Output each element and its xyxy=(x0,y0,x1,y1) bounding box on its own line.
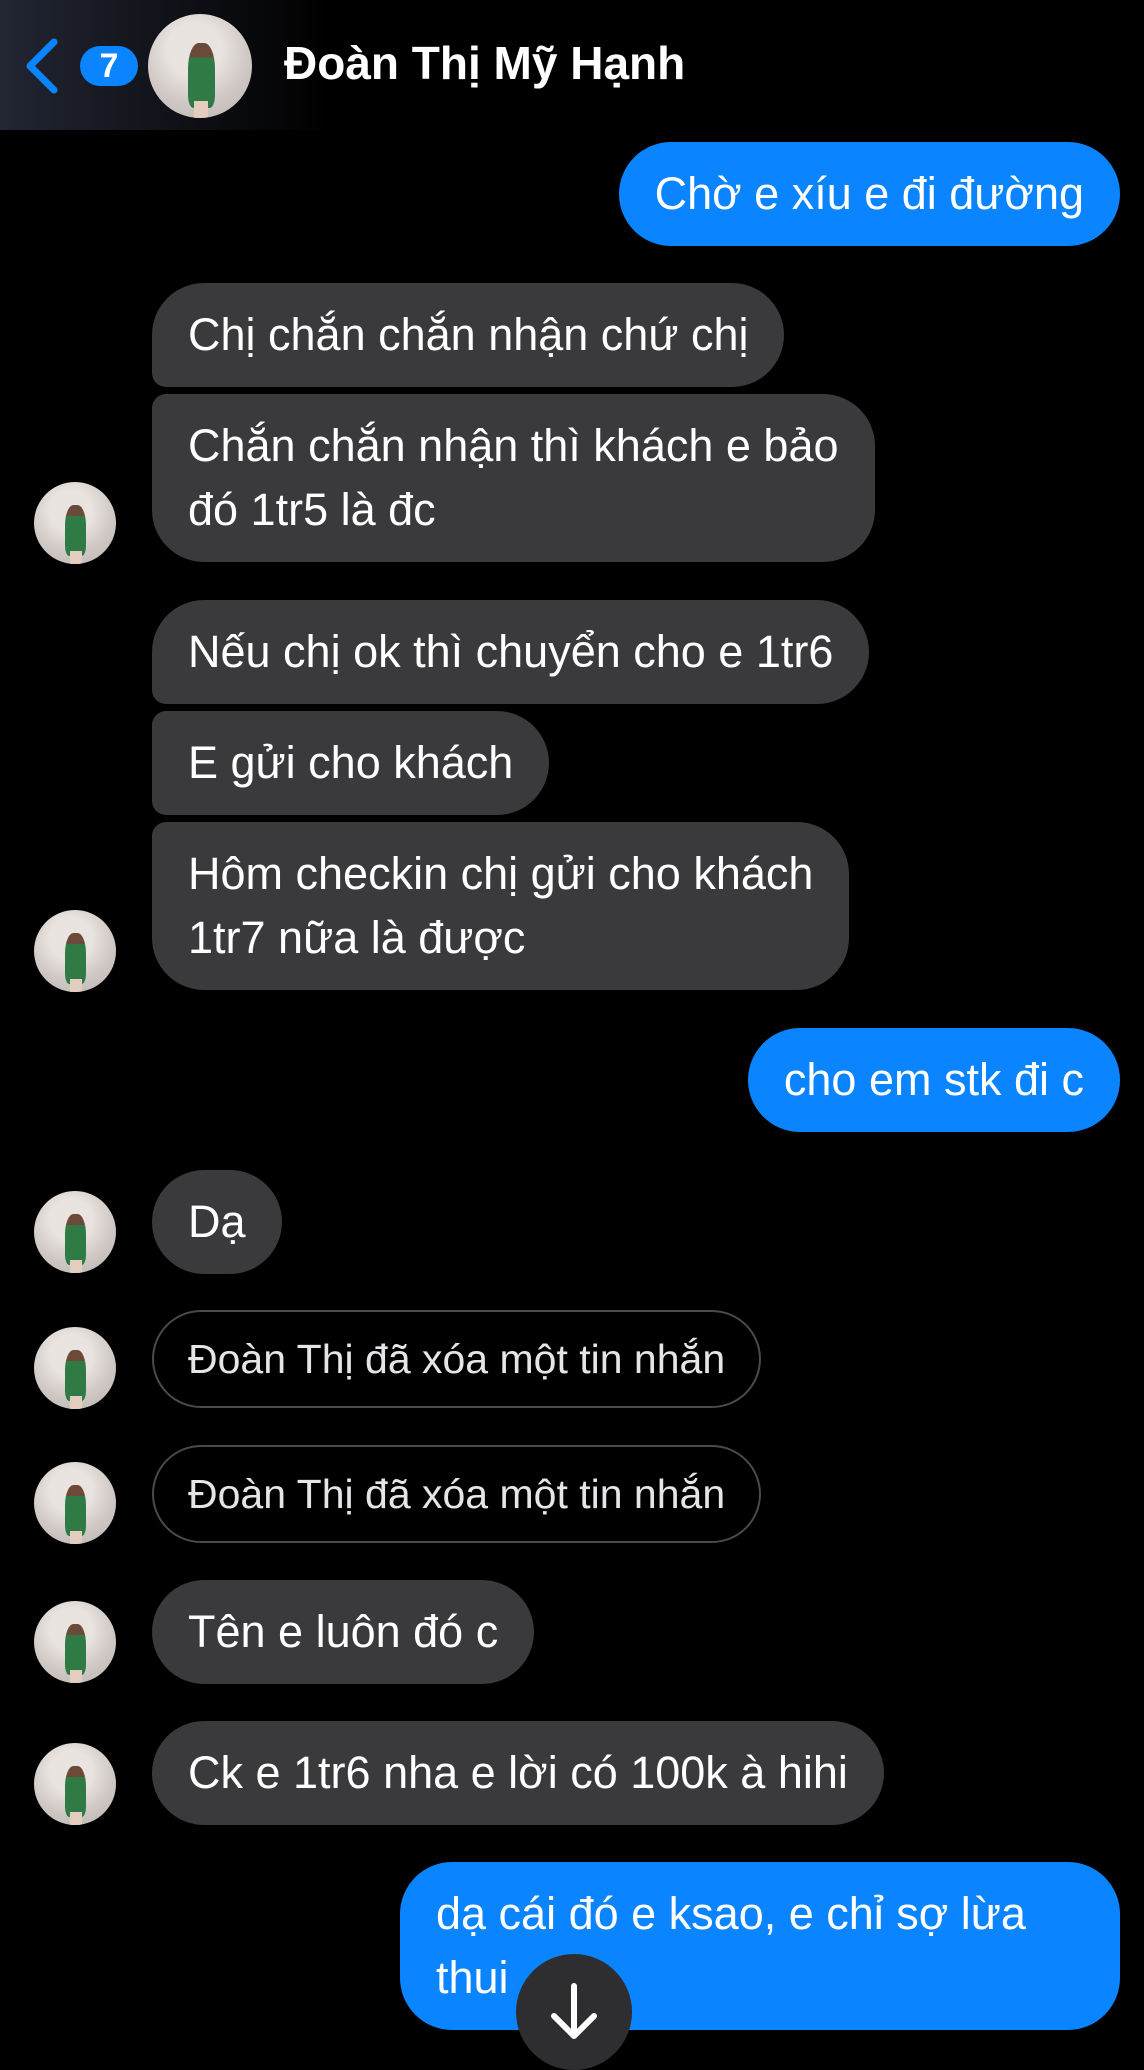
back-button[interactable]: 7 xyxy=(22,30,138,102)
message-bubble-sent[interactable]: dạ cái đó e ksao, e chỉ sợ lừa thui . xyxy=(400,1862,1120,2030)
message-bubble-received[interactable]: Chị chắn chắn nhận chứ chị xyxy=(152,283,785,387)
scroll-to-bottom-button[interactable] xyxy=(516,1954,632,2070)
message-bubble-received[interactable]: Nếu chị ok thì chuyển cho e 1tr6 xyxy=(152,600,870,704)
message-text: Đoàn Thị đã xóa một tin nhắn xyxy=(188,1336,726,1382)
message-text: Nếu chị ok thì chuyển cho e 1tr6 xyxy=(188,626,834,677)
message-bubble-received[interactable]: Tên e luôn đó c xyxy=(152,1580,535,1684)
message-text-line: đó 1tr5 là đc xyxy=(188,484,436,535)
contact-avatar[interactable] xyxy=(148,14,252,118)
message-text: Chị chắn chắn nhận chứ chị xyxy=(188,309,749,360)
chat-header: 7 Đoàn Thị Mỹ Hạnh xyxy=(0,0,1144,130)
sender-avatar[interactable] xyxy=(34,910,116,992)
arrow-down-icon xyxy=(551,1983,597,2039)
message-text: Dạ xyxy=(188,1196,246,1247)
message-bubble-received[interactable]: Chắn chắn nhận thì khách e bảo đó 1tr5 l… xyxy=(152,394,875,562)
message-bubble-received[interactable]: Hôm checkin chị gửi cho khách 1tr7 nữa l… xyxy=(152,822,850,990)
contact-name[interactable]: Đoàn Thị Mỹ Hạnh xyxy=(284,36,685,90)
message-bubble-sent[interactable]: Chờ e xíu e đi đường xyxy=(618,142,1120,246)
message-text: Chờ e xíu e đi đường xyxy=(654,168,1084,219)
message-text: Ck e 1tr6 nha e lời có 100k à hihi xyxy=(188,1747,848,1798)
message-text-line: dạ cái đó e ksao, e chỉ sợ lừa xyxy=(436,1888,1026,1939)
sender-avatar[interactable] xyxy=(34,1327,116,1409)
unread-badge: 7 xyxy=(80,46,138,86)
message-bubble-received[interactable]: E gửi cho khách xyxy=(152,711,550,815)
message-text-line: Hôm checkin chị gửi cho khách xyxy=(188,848,814,899)
deleted-message-notice: Đoàn Thị đã xóa một tin nhắn xyxy=(152,1445,762,1543)
chevron-left-icon xyxy=(26,38,58,94)
message-text-line: 1tr7 nữa là được xyxy=(188,912,526,963)
deleted-message-notice: Đoàn Thị đã xóa một tin nhắn xyxy=(152,1310,762,1408)
sender-avatar[interactable] xyxy=(34,482,116,564)
message-bubble-received[interactable]: Ck e 1tr6 nha e lời có 100k à hihi xyxy=(152,1721,884,1825)
sender-avatar[interactable] xyxy=(34,1462,116,1544)
sender-avatar[interactable] xyxy=(34,1601,116,1683)
message-text: Đoàn Thị đã xóa một tin nhắn xyxy=(188,1471,726,1517)
sender-avatar[interactable] xyxy=(34,1743,116,1825)
sender-avatar[interactable] xyxy=(34,1191,116,1273)
message-bubble-received[interactable]: Dạ xyxy=(152,1170,282,1274)
message-bubble-sent[interactable]: cho em stk đi c xyxy=(747,1028,1120,1132)
message-text: cho em stk đi c xyxy=(783,1054,1084,1105)
message-text-line: Chắn chắn nhận thì khách e bảo xyxy=(188,420,839,471)
message-text: E gửi cho khách xyxy=(188,737,514,788)
message-text: Tên e luôn đó c xyxy=(188,1606,499,1657)
